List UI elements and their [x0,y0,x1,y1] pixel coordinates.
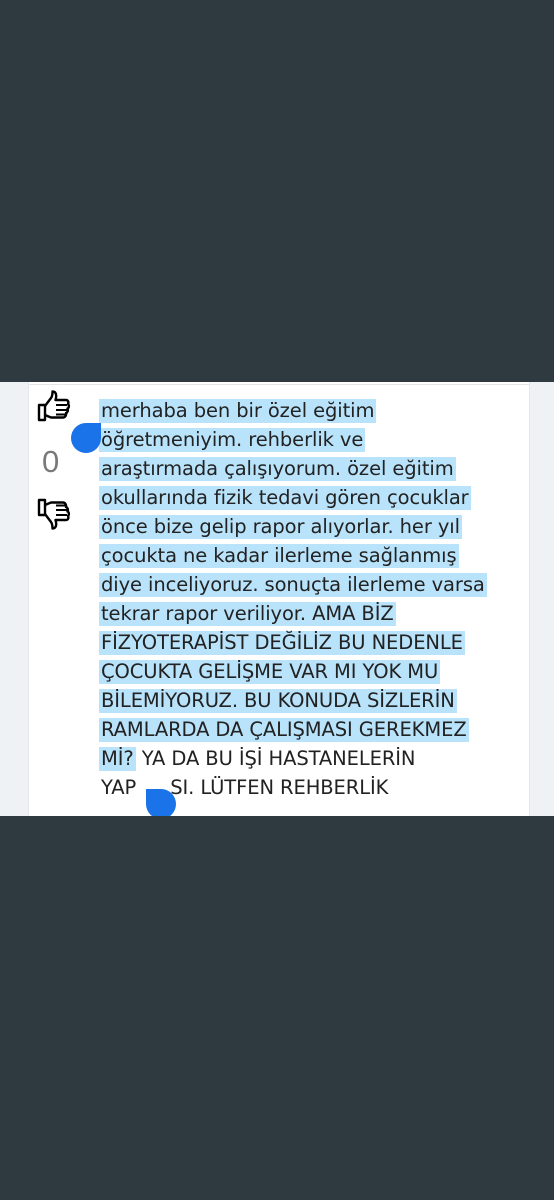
comment-line: önce bize gelip rapor alıyorlar. her yıl [99,515,462,539]
comment-line: tekrar rapor veriliyor. AMA BİZ [99,602,396,626]
comment-line: FİZYOTERAPİST DEĞİLİZ BU NEDENLE [99,631,465,655]
comment-line: okullarında fizik tedavi gören çocuklar [99,486,471,510]
comment-line: BİLEMİYORUZ. BU KONUDA SİZLERİN [99,689,457,713]
comment-line: RAMLARDA DA ÇALIŞMASI GEREKMEZ [99,718,469,742]
vote-column: 0 [29,382,101,582]
comment-line: çocukta ne kadar ilerleme sağlanmış [99,544,459,568]
selection-end-handle[interactable] [146,789,176,816]
comment-line: ÇOCUKTA GELİŞME VAR MI YOK MU [99,660,441,684]
screenshot-screen: 0 merhaba ben bir özel eğitim öğretmeniy… [0,0,554,1200]
thumbs-up-icon[interactable] [35,388,71,424]
comment-line-plain: YAP [101,776,137,799]
comment-card: 0 merhaba ben bir özel eğitim öğretmeniy… [28,382,530,816]
comment-line: merhaba ben bir özel eğitim [99,399,377,423]
cropped-comment-region: 0 merhaba ben bir özel eğitim öğretmeniy… [0,382,554,816]
comment-line: diye inceliyoruz. sonuçta ilerleme varsa [99,573,487,597]
vote-score: 0 [42,444,60,479]
card-divider [29,384,529,385]
comment-line: Mİ? [99,747,136,771]
selection-start-handle[interactable] [71,423,101,453]
thumbs-down-icon[interactable] [35,496,71,532]
comment-line-plain: SI. LÜTFEN REHBERLİK [170,776,389,799]
comment-text[interactable]: merhaba ben bir özel eğitim öğretmeniyim… [99,396,527,802]
comment-line-plain: YA DA BU İŞİ HASTANELERİN [141,747,416,770]
comment-line: araştırmada çalışıyorum. özel eğitim [99,457,456,481]
comment-line: öğretmeniyim. rehberlik ve [99,428,366,452]
